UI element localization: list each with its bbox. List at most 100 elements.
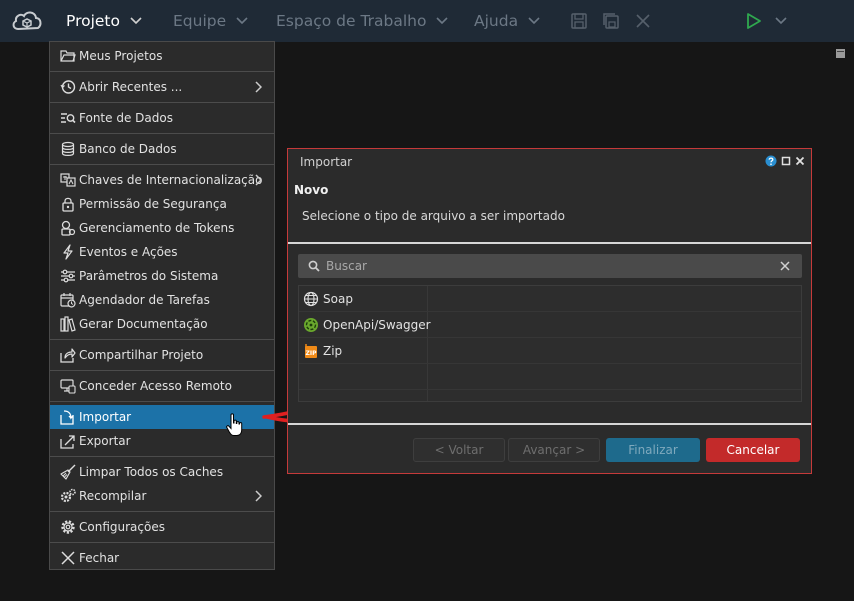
menu-item-conceder-acesso-remoto[interactable]: Conceder Acesso Remoto: [50, 374, 274, 398]
share-icon: [60, 348, 76, 363]
maximize-icon[interactable]: [781, 156, 791, 166]
menu-item-fonte-de-dados[interactable]: Fonte de Dados: [50, 106, 274, 130]
chevron-down-icon: [436, 17, 449, 25]
menu-separator: [50, 511, 274, 512]
list-item-openapi-swagger[interactable]: OpenApi/Swagger: [299, 312, 801, 338]
menu-item-permissao-seguranca[interactable]: Permissão de Segurança: [50, 192, 274, 216]
menu-item-limpar-caches[interactable]: Limpar Todos os Caches: [50, 460, 274, 484]
clear-search-icon[interactable]: [780, 261, 790, 271]
finish-button[interactable]: Finalizar: [606, 438, 700, 462]
divider: [288, 423, 811, 425]
list-item-zip[interactable]: ZIP Zip: [299, 338, 801, 364]
menu-item-gerenciamento-tokens[interactable]: Gerenciamento de Tokens: [50, 216, 274, 240]
menu-item-eventos-acoes[interactable]: Eventos e Ações: [50, 240, 274, 264]
menu-item-label: Limpar Todos os Caches: [79, 465, 224, 479]
menu-item-label: Banco de Dados: [79, 142, 177, 156]
menu-item-label: Abrir Recentes ...: [79, 80, 183, 94]
gears-icon: [60, 488, 76, 503]
menu-separator: [50, 164, 274, 165]
menu-item-label: Configurações: [79, 520, 165, 534]
menu-item-configuracoes[interactable]: Configurações: [50, 515, 274, 539]
lightning-icon: [63, 244, 73, 260]
run-options-chevron-icon[interactable]: [775, 17, 787, 25]
menu-item-meus-projetos[interactable]: Meus Projetos: [50, 44, 274, 68]
close-icon[interactable]: [795, 156, 805, 166]
chevron-down-icon: [528, 17, 540, 25]
list-item-label: Zip: [323, 343, 343, 358]
history-icon: [60, 80, 76, 94]
menu-item-parametros-sistema[interactable]: Parâmetros do Sistema: [50, 264, 274, 288]
next-button[interactable]: Avançar >: [508, 438, 600, 462]
menu-separator: [50, 133, 274, 134]
save-icon[interactable]: [570, 12, 588, 30]
menu-ajuda-label: Ajuda: [474, 12, 519, 30]
cloud-logo-icon[interactable]: [9, 0, 45, 42]
import-icon: [60, 410, 74, 425]
close-icon: [61, 551, 75, 565]
list-item-label: Soap: [323, 291, 353, 306]
menu-equipe-label: Equipe: [173, 12, 227, 30]
save-all-icon[interactable]: [602, 12, 620, 30]
menu-item-abrir-recentes[interactable]: Abrir Recentes ...: [50, 75, 274, 99]
token-lock-icon: [61, 220, 76, 236]
calendar-clock-icon: [60, 293, 76, 308]
help-icon[interactable]: [765, 155, 777, 167]
menu-item-label: Chaves de Internacionalização: [79, 173, 263, 187]
remote-access-icon: [60, 379, 76, 394]
dialog-title: Importar: [300, 155, 353, 169]
menu-ajuda[interactable]: Ajuda: [474, 0, 540, 42]
menu-projeto[interactable]: Projeto: [66, 0, 142, 42]
menu-item-label: Importar: [79, 410, 132, 424]
back-button[interactable]: < Voltar: [413, 438, 505, 462]
menu-item-fechar[interactable]: Fechar: [50, 546, 274, 570]
chevron-right-icon: [255, 490, 262, 502]
search-input[interactable]: [326, 256, 766, 276]
dialog-heading: Novo: [294, 183, 329, 197]
menu-item-banco-de-dados[interactable]: Banco de Dados: [50, 137, 274, 161]
books-icon: [60, 316, 76, 332]
menu-separator: [50, 339, 274, 340]
menu-item-label: Permissão de Segurança: [79, 197, 227, 211]
menu-item-label: Exportar: [79, 434, 131, 448]
folder-open-icon: [60, 50, 76, 62]
menu-equipe[interactable]: Equipe: [173, 0, 248, 42]
menu-item-gerar-documentacao[interactable]: Gerar Documentação: [50, 312, 274, 336]
menu-item-recompilar[interactable]: Recompilar: [50, 484, 274, 508]
menu-separator: [50, 370, 274, 371]
dialog-window-controls: [765, 155, 805, 167]
database-icon: [61, 141, 75, 156]
search-box: [298, 254, 802, 278]
menu-projeto-label: Projeto: [66, 12, 120, 30]
svg-text:ZIP: ZIP: [306, 350, 318, 357]
translate-icon: [60, 173, 76, 187]
menu-espaco-de-trabalho[interactable]: Espaço de Trabalho: [276, 0, 449, 42]
projeto-dropdown-menu: Meus Projetos Abrir Recentes ... Fonte d…: [49, 41, 275, 570]
import-type-list: Soap OpenApi/Swagger ZIP Zip: [298, 285, 802, 402]
export-icon: [60, 435, 75, 449]
import-dialog: Importar Novo Selecione o tipo de arquiv…: [287, 148, 812, 474]
list-item-label: OpenApi/Swagger: [323, 317, 431, 332]
menu-item-label: Compartilhar Projeto: [79, 348, 204, 362]
list-item-soap[interactable]: Soap: [299, 286, 801, 312]
panel-toggle-icon[interactable]: [836, 49, 845, 58]
chevron-down-icon: [236, 17, 248, 25]
gear-icon: [61, 520, 75, 534]
chevron-right-icon: [255, 81, 262, 93]
menu-item-label: Agendador de Tarefas: [79, 293, 210, 307]
dialog-subtitle: Selecione o tipo de arquivo a ser import…: [302, 209, 565, 223]
broom-icon: [60, 464, 76, 480]
datasource-search-icon: [61, 113, 76, 124]
hand-pointer-cursor-icon: [226, 413, 243, 436]
menu-separator: [50, 401, 274, 402]
menu-item-label: Gerar Documentação: [79, 317, 208, 331]
run-play-icon[interactable]: [745, 12, 763, 30]
close-project-icon[interactable]: [634, 12, 652, 30]
top-menubar: Projeto Equipe Espaço de Trabalho Ajuda: [0, 0, 854, 42]
cancel-button[interactable]: Cancelar: [706, 438, 800, 462]
menu-item-label: Gerenciamento de Tokens: [79, 221, 235, 235]
menu-item-compartilhar-projeto[interactable]: Compartilhar Projeto: [50, 343, 274, 367]
menu-item-chaves-internacionalizacao[interactable]: Chaves de Internacionalização: [50, 168, 274, 192]
menu-item-agendador-tarefas[interactable]: Agendador de Tarefas: [50, 288, 274, 312]
chevron-down-icon: [130, 17, 142, 25]
menu-item-label: Fechar: [79, 551, 120, 565]
